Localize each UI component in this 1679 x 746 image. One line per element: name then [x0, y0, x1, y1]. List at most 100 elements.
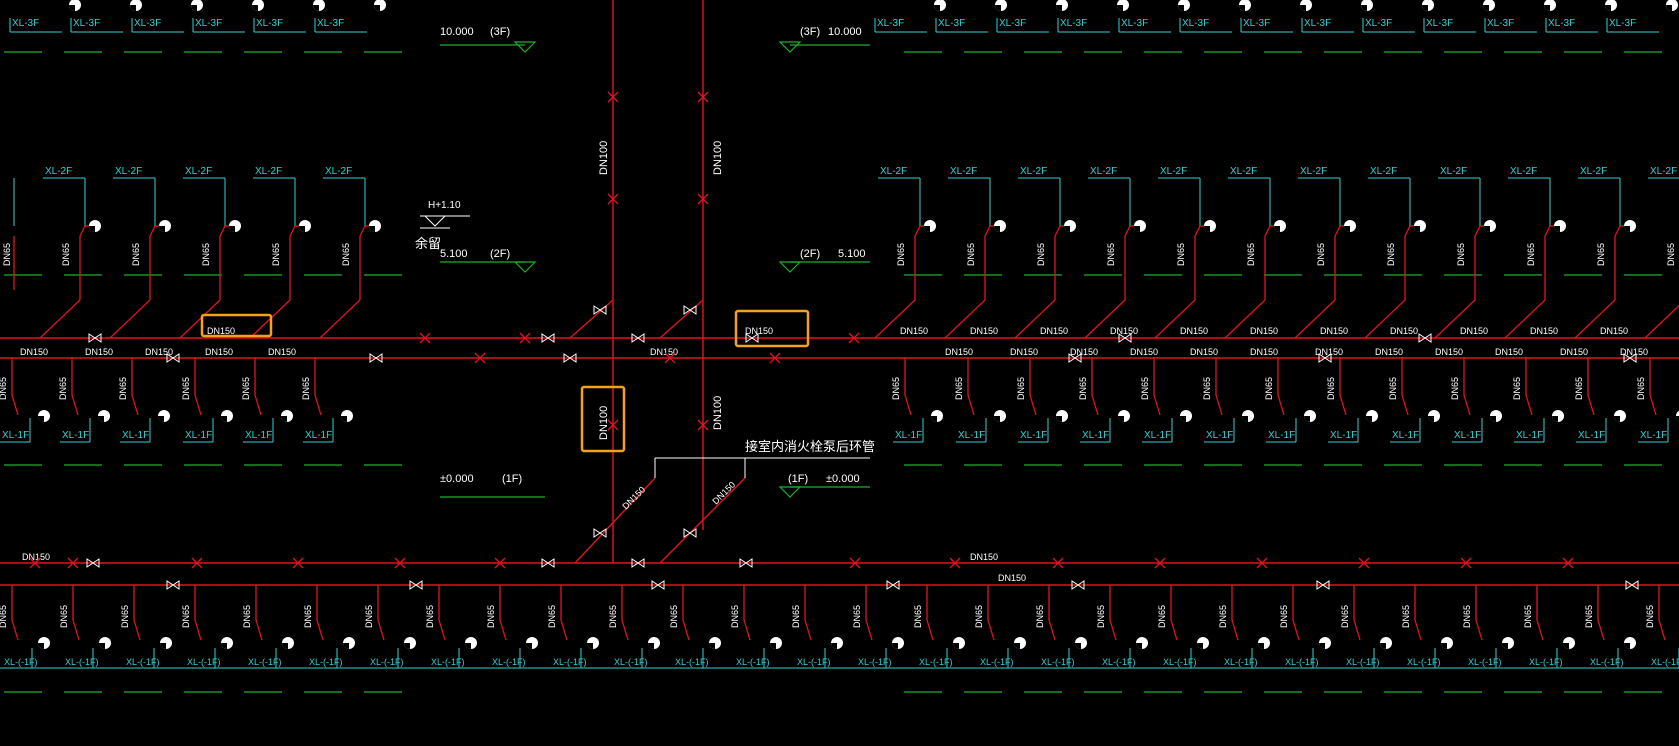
riser-b1-label: XL-(-1F): [1468, 657, 1502, 667]
hydrant-symbol: [648, 637, 660, 649]
riser-2f-label: XL-2F: [115, 166, 142, 177]
branch-b1-label: DN65: [791, 605, 801, 628]
main-label-lower: DN150: [20, 347, 48, 357]
branch-b1-label: DN65: [913, 605, 923, 628]
hydrant-symbol: [1490, 410, 1502, 422]
riser-3f-label: XL-3F: [1487, 18, 1514, 29]
hydrant-symbol: [369, 220, 381, 232]
branch-1f-label: DN65: [1574, 377, 1584, 400]
riser-1f-label: XL-1F: [895, 430, 922, 441]
riser-1f-label: XL-1F: [1144, 430, 1171, 441]
riser-b1-label: XL-(-1F): [1407, 657, 1441, 667]
elevation-2f-left-floor: (2F): [490, 248, 510, 260]
elevation-2f-right-value: 5.100: [838, 248, 866, 260]
main-label-lower: DN150: [205, 347, 233, 357]
hydrant-symbol: [1242, 410, 1254, 422]
riser-3f-label: XL-3F: [195, 18, 222, 29]
branch-2f-label: DN65: [1106, 243, 1116, 266]
branch-2f-label: DN65: [966, 243, 976, 266]
branch-b1-label: DN65: [0, 605, 8, 628]
branch-1f-label: DN65: [58, 377, 68, 400]
riser-3f-label: XL-3F: [1426, 18, 1453, 29]
riser-2f-label: XL-2F: [1370, 166, 1397, 177]
riser-1f-label: XL-1F: [1268, 430, 1295, 441]
main-label-upper: DN150: [1040, 326, 1068, 336]
riser-3f-label: XL-3F: [1609, 18, 1636, 29]
hydrant-symbol: [1258, 637, 1270, 649]
branch-b1-label: DN65: [1462, 605, 1472, 628]
hydrant-symbol: [892, 637, 904, 649]
hydrant-symbol: [1344, 220, 1356, 232]
hydrant-symbol: [1563, 637, 1575, 649]
branch-2f-label: DN65: [1036, 243, 1046, 266]
riser-3f-label: XL-3F: [1304, 18, 1331, 29]
riser-b1-label: XL-(-1F): [553, 657, 587, 667]
hydrant-symbol: [1552, 410, 1564, 422]
main-label-lower: DN150: [1560, 347, 1588, 357]
branch-b1-label: DN65: [181, 605, 191, 628]
branch-b1-label: DN65: [547, 605, 557, 628]
hydrant-symbol: [465, 637, 477, 649]
riser-2f-label: XL-2F: [1160, 166, 1187, 177]
elevation-3f-left-floor: (3F): [490, 26, 510, 38]
branch-1f-label: DN65: [954, 377, 964, 400]
hydrant-symbol: [1136, 637, 1148, 649]
riser-b1-label: XL-(-1F): [797, 657, 831, 667]
branch-b1-label: DN65: [852, 605, 862, 628]
riser-3f-label: XL-3F: [938, 18, 965, 29]
main-label-lower: DN150: [1010, 347, 1038, 357]
riser-b1-label: XL-(-1F): [1529, 657, 1563, 667]
branch-b1-label: DN65: [1584, 605, 1594, 628]
hydrant-symbol: [158, 410, 170, 422]
riser-1f-label: XL-1F: [1020, 430, 1047, 441]
main-label-lower: DN150: [650, 347, 678, 357]
hydrant-symbol: [831, 637, 843, 649]
riser-2f-label: XL-2F: [1300, 166, 1327, 177]
branch-2f-label: DN65: [341, 243, 351, 266]
riser-2f-label: XL-2F: [880, 166, 907, 177]
hydrant-symbol: [229, 220, 241, 232]
branch-b1-label: DN65: [1340, 605, 1350, 628]
elevation-2f-left-value: 5.100: [440, 248, 468, 260]
vertical-label-left: DN100: [598, 141, 610, 175]
riser-2f-label: XL-2F: [1020, 166, 1047, 177]
main-label-lower: DN150: [1495, 347, 1523, 357]
riser-b1-label: XL-(-1F): [4, 657, 38, 667]
main-label-upper: DN150: [1180, 326, 1208, 336]
hydrant-symbol: [1441, 637, 1453, 649]
branch-1f-label: DN65: [1202, 377, 1212, 400]
vertical-label-center: DN100: [598, 406, 610, 440]
hydrant-symbol: [1064, 220, 1076, 232]
branch-1f-label: DN65: [1078, 377, 1088, 400]
main-label-b1-upper: DN150: [970, 552, 998, 562]
main-label-upper: DN150: [207, 326, 235, 336]
elevation-1f-left-value: ±0.000: [440, 473, 474, 485]
hydrant-symbol: [1624, 637, 1636, 649]
riser-1f-label: XL-1F: [122, 430, 149, 441]
main-label-lower: DN150: [1250, 347, 1278, 357]
hydrant-symbol: [1414, 220, 1426, 232]
riser-b1-label: XL-(-1F): [1346, 657, 1380, 667]
riser-b1-label: XL-(-1F): [309, 657, 343, 667]
branch-1f-label: DN65: [1326, 377, 1336, 400]
hydrant-symbol: [281, 410, 293, 422]
branch-b1-label: DN65: [59, 605, 69, 628]
hydrant-symbol: [994, 410, 1006, 422]
hydrant-symbol: [1614, 410, 1626, 422]
riser-2f-label: XL-2F: [1230, 166, 1257, 177]
branch-b1-label: DN65: [486, 605, 496, 628]
riser-1f-label: XL-1F: [245, 430, 272, 441]
riser-3f-label: XL-3F: [317, 18, 344, 29]
hydrant-symbol: [1502, 637, 1514, 649]
branch-1f-label: DN65: [1388, 377, 1398, 400]
branch-b1-label: DN65: [425, 605, 435, 628]
main-label-lower: DN150: [1435, 347, 1463, 357]
branch-2f-label: DN65: [201, 243, 211, 266]
riser-3f-label: XL-3F: [1060, 18, 1087, 29]
branch-b1-label: DN65: [364, 605, 374, 628]
hydrant-symbol: [38, 637, 50, 649]
main-label-lower: DN150: [1375, 347, 1403, 357]
branch-b1-label: DN65: [303, 605, 313, 628]
riser-1f-label: XL-1F: [185, 430, 212, 441]
hydrant-symbol: [282, 637, 294, 649]
